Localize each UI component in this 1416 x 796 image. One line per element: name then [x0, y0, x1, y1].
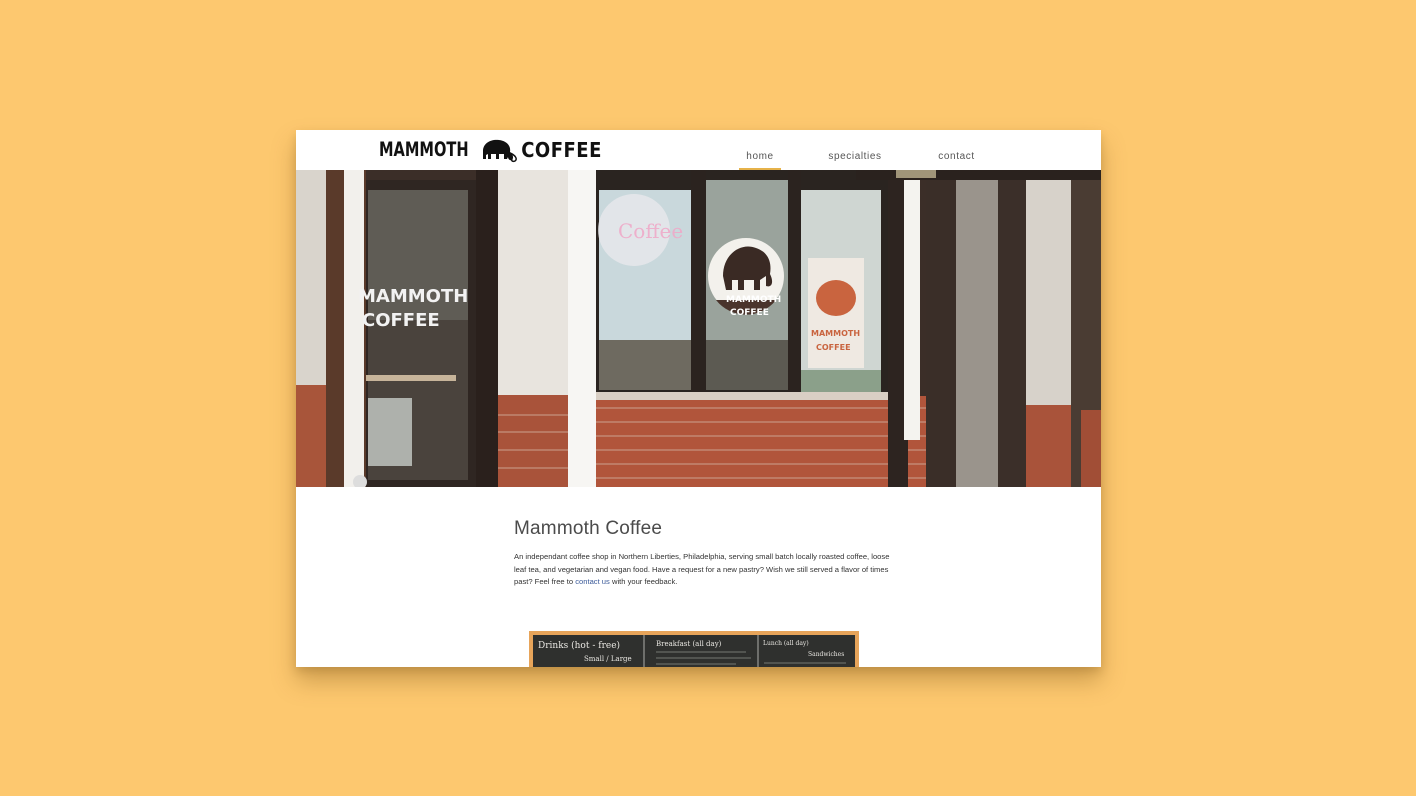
- poster-text-1: MAMMOTH: [811, 329, 860, 338]
- door-sign-text-2: COFFEE: [362, 310, 440, 331]
- mammoth-icon: [483, 139, 518, 163]
- logo-word-mammoth: MAMMOTH: [379, 138, 469, 162]
- description-text: An independant coffee shop in Northern L…: [514, 552, 890, 587]
- poster-text-2: COFFEE: [816, 343, 851, 352]
- description-text-end: with your feedback.: [609, 577, 678, 587]
- hero-storefront-image: Coffee MAMMOTH COFFEE MAMMOTH COFFEE MAM…: [296, 170, 1101, 487]
- menu-col1-heading: Drinks (hot - free): [538, 640, 620, 651]
- menu-board-image: Drinks (hot - free) Small / Large Breakf…: [526, 630, 860, 667]
- nav-contact[interactable]: contact: [933, 130, 980, 170]
- svg-text:Coffee: Coffee: [618, 219, 683, 243]
- site-header: MAMMOTH COFFEE home specialties contact: [296, 130, 1101, 170]
- door-sign-text-1: MAMMOTH: [358, 286, 468, 307]
- nav-specialties[interactable]: specialties: [824, 130, 886, 170]
- browser-window: MAMMOTH COFFEE home specialties contact: [296, 130, 1101, 667]
- menu-col3-sub: Sandwiches: [808, 651, 844, 658]
- menu-col2-heading: Breakfast (all day): [656, 640, 722, 648]
- menu-col3-heading: Lunch (all day): [763, 640, 809, 647]
- logo-word-coffee: COFFEE: [521, 137, 602, 163]
- intro-section: Mammoth Coffee An independant coffee sho…: [514, 518, 894, 589]
- window-logo-text-1: MAMMOTH: [726, 295, 781, 305]
- nav-home[interactable]: home: [739, 130, 781, 170]
- intro-description: An independant coffee shop in Northern L…: [514, 551, 892, 589]
- page-title: Mammoth Coffee: [514, 518, 663, 539]
- site-logo[interactable]: MAMMOTH COFFEE: [379, 137, 602, 163]
- menu-col1-sub: Small / Large: [584, 655, 632, 663]
- contact-us-link[interactable]: contact us: [575, 577, 610, 586]
- window-logo-text-2: COFFEE: [730, 308, 769, 318]
